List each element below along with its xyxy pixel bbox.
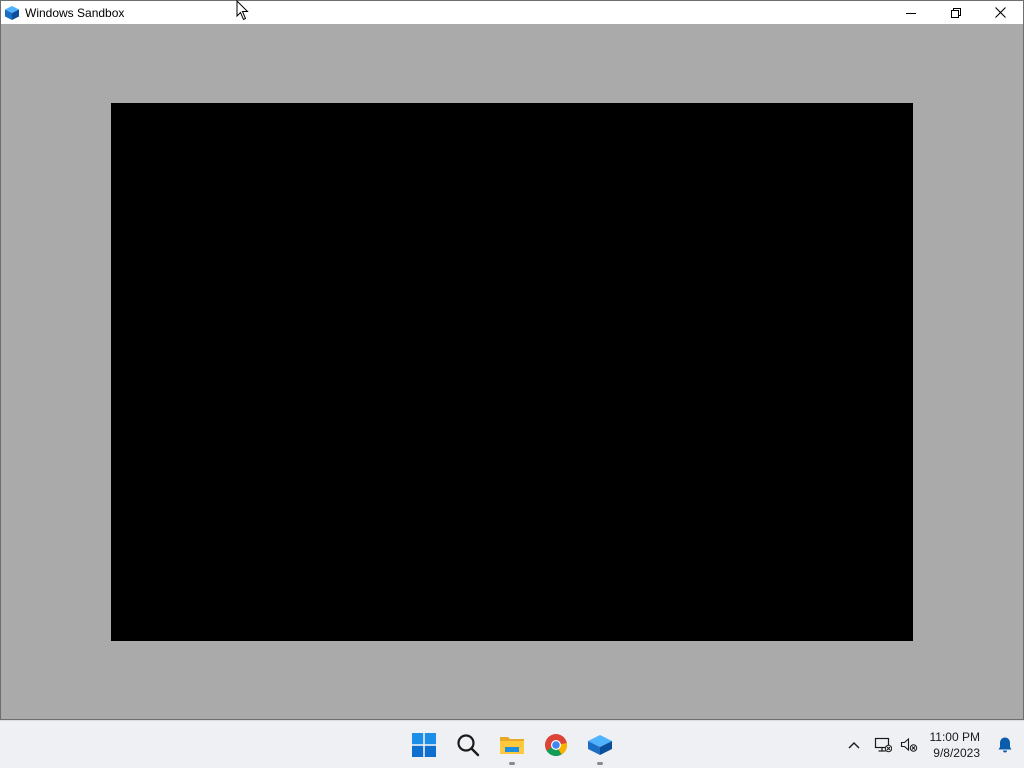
sandbox-button[interactable] <box>578 723 622 767</box>
running-indicator <box>509 762 515 765</box>
minimize-button[interactable] <box>888 1 933 24</box>
clock[interactable]: 11:00 PM 9/8/2023 <box>922 721 990 769</box>
search-icon <box>457 734 480 757</box>
bell-icon <box>998 737 1012 753</box>
mouse-cursor-icon <box>236 0 249 21</box>
sandbox-icon <box>588 735 612 755</box>
network-disconnected-icon <box>874 737 892 753</box>
windows-logo-icon <box>412 733 436 757</box>
notification-button[interactable] <box>990 721 1020 769</box>
volume-muted-icon <box>900 737 917 752</box>
guest-screen[interactable] <box>111 103 913 641</box>
file-explorer-button[interactable] <box>490 723 534 767</box>
network-button[interactable] <box>870 721 896 769</box>
window-title: Windows Sandbox <box>25 5 125 20</box>
chrome-button[interactable] <box>534 723 578 767</box>
chrome-icon <box>545 734 568 756</box>
start-button[interactable] <box>402 723 446 767</box>
restore-icon <box>950 7 961 18</box>
minimize-icon <box>905 12 916 14</box>
title-bar[interactable]: Windows Sandbox <box>1 1 1023 24</box>
sandbox-window: Windows Sandbox <box>0 0 1024 720</box>
tray-overflow-button[interactable] <box>838 721 870 769</box>
restore-button[interactable] <box>933 1 978 24</box>
volume-button[interactable] <box>896 721 922 769</box>
system-tray: 11:00 PM 9/8/2023 <box>838 721 1024 769</box>
close-icon <box>995 7 1006 18</box>
window-controls <box>888 1 1023 24</box>
clock-time: 11:00 PM <box>929 730 980 744</box>
clock-date: 9/8/2023 <box>933 746 980 760</box>
taskbar: 11:00 PM 9/8/2023 <box>0 720 1024 768</box>
sandbox-viewport[interactable] <box>1 24 1023 719</box>
search-button[interactable] <box>446 723 490 767</box>
sandbox-icon <box>4 5 20 21</box>
taskbar-apps <box>402 721 622 769</box>
close-button[interactable] <box>978 1 1023 24</box>
running-indicator <box>597 762 603 765</box>
folder-icon <box>500 737 524 754</box>
chevron-up-icon <box>848 742 860 749</box>
